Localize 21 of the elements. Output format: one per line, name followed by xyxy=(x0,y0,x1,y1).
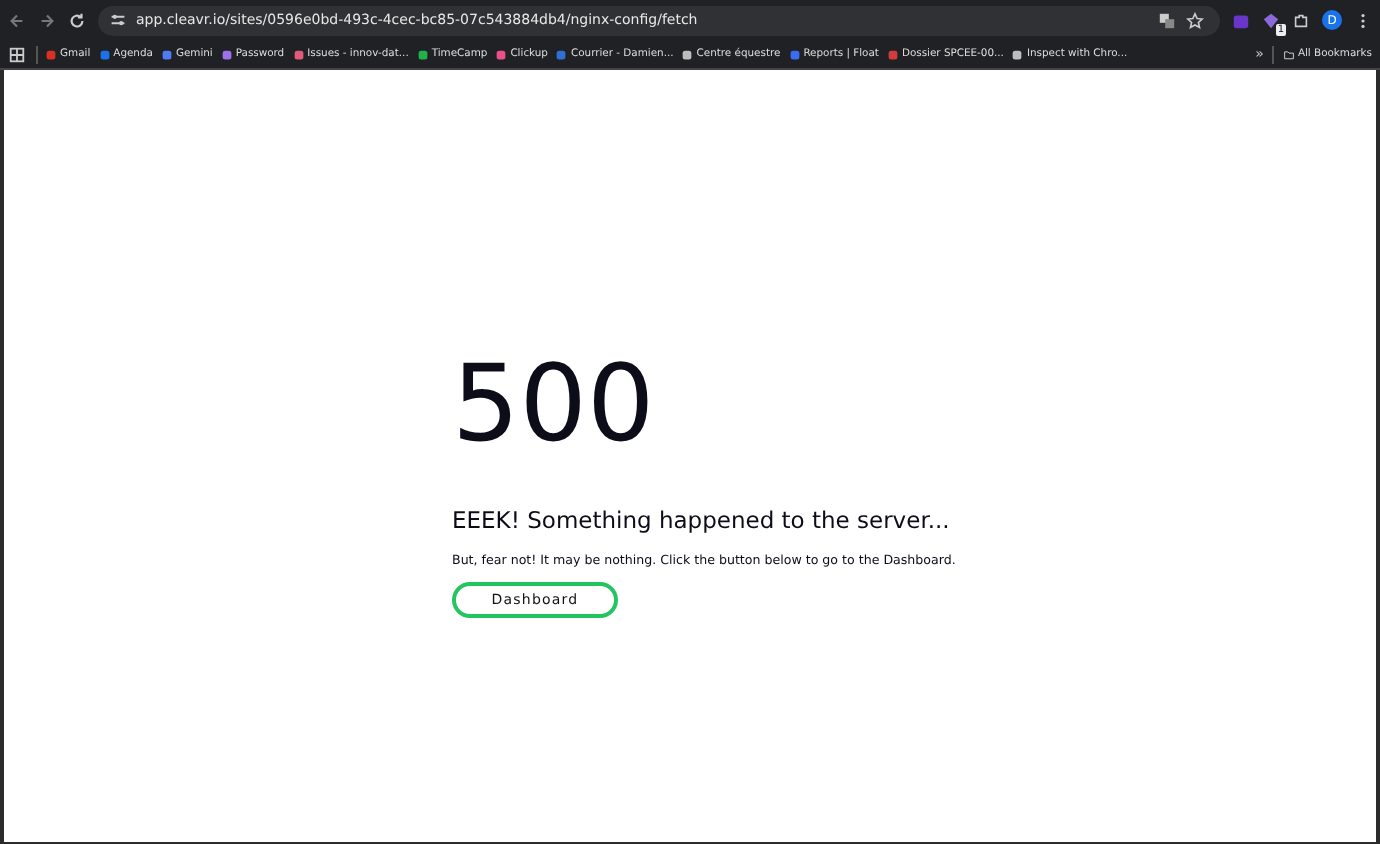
reload-icon[interactable] xyxy=(68,11,86,29)
favicon-icon xyxy=(221,49,232,59)
error-code: 500 xyxy=(452,346,655,466)
favicon-icon xyxy=(161,49,172,59)
star-icon[interactable] xyxy=(1186,11,1204,29)
favicon-icon xyxy=(887,49,898,59)
forward-icon[interactable] xyxy=(38,11,56,29)
apps-icon[interactable] xyxy=(8,45,26,63)
favicon-icon xyxy=(417,49,428,59)
back-icon[interactable] xyxy=(8,11,26,29)
favicon-icon xyxy=(789,49,800,59)
favicon-icon xyxy=(556,49,567,59)
favicon-icon xyxy=(99,49,110,59)
favicon-icon xyxy=(1012,49,1023,59)
favicon-icon xyxy=(496,49,507,59)
favicon-icon xyxy=(293,49,304,59)
site-settings-icon[interactable] xyxy=(110,12,126,28)
folder-icon xyxy=(1283,49,1294,59)
favicon-icon xyxy=(46,49,56,59)
error-heading: EEEK! Something happened to the server... xyxy=(452,506,950,534)
favicon-icon xyxy=(682,49,693,59)
